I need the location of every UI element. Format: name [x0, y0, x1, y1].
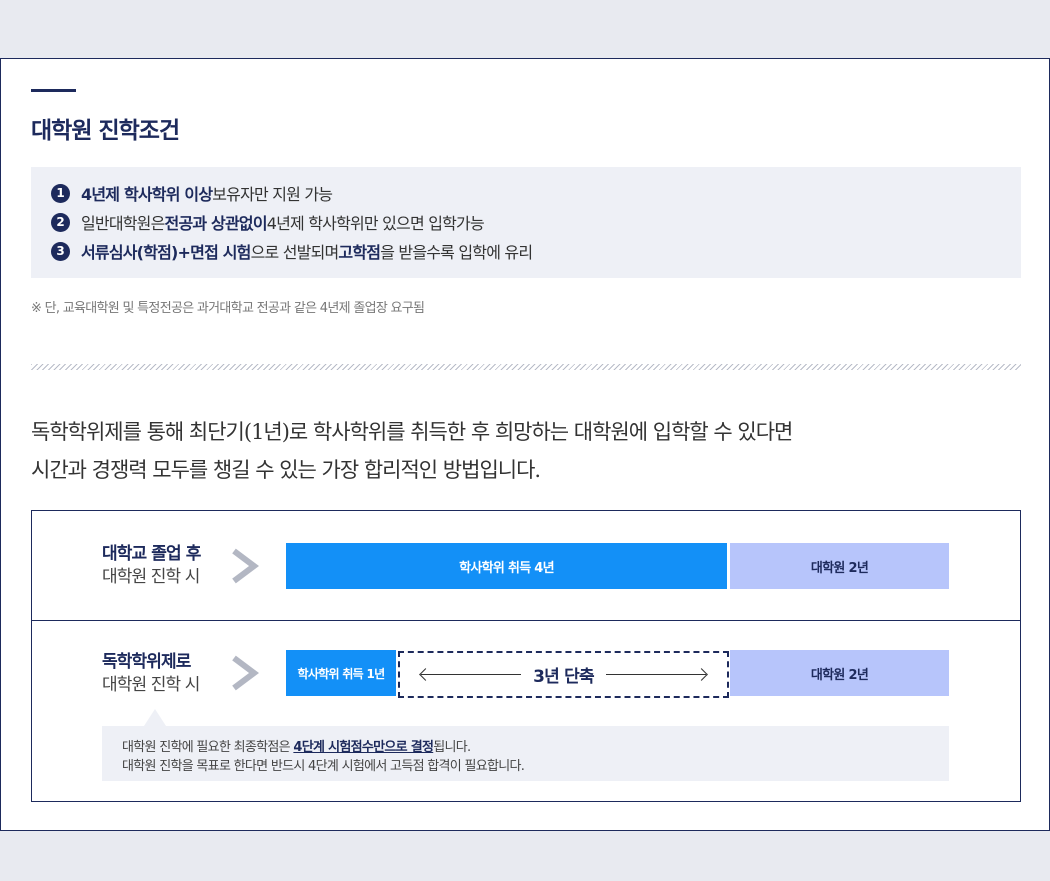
- footnote: ※ 단, 교육대학원 및 특정전공은 과거대학교 전공과 같은 4년제 졸업장 …: [31, 301, 425, 316]
- shortened-label: 3년 단축: [533, 667, 594, 687]
- info-line-1: 대학원 진학에 필요한 최종학점은 4단계 시험점수만으로 결정됩니다.: [122, 736, 471, 755]
- description: 독학학위제를 통해 최단기(1년)로 학사학위를 취득한 후 희망하는 대학원에…: [31, 413, 793, 489]
- condition-3-text-a: 으로 선발되며: [250, 243, 340, 262]
- description-line-2: 시간과 경쟁력 모두를 챙길 수 있는 가장 합리적인 방법입니다.: [31, 458, 541, 482]
- condition-item-2: 2 일반대학원은 전공과 상관없이 4년제 학사학위만 있으면 입학가능: [51, 210, 485, 234]
- bar-degree-4yr: 학사학위 취득 4년: [286, 543, 727, 589]
- row2-label-main: 독학학위제로: [102, 652, 191, 672]
- row1-label-main: 대학교 졸업 후: [102, 544, 201, 564]
- info-line-2: 대학원 진학을 목표로 한다면 반드시 4단계 시험에서 고득점 합격이 필요합…: [122, 759, 525, 774]
- conditions-box: 1 4년제 학사학위 이상 보유자만 지원 가능 2 일반대학원은 전공과 상관…: [31, 167, 1021, 278]
- comparison-table: 대학교 졸업 후 대학원 진학 시 학사학위 취득 4년 대학원 2년 독학학위…: [31, 510, 1021, 802]
- row2-label-sub: 대학원 진학 시: [102, 675, 200, 695]
- bar-degree-1yr: 학사학위 취득 1년: [286, 650, 396, 696]
- callout-pointer: [144, 709, 166, 726]
- info-line-1-pre: 대학원 진학에 필요한 최종학점은: [122, 740, 294, 755]
- number-badge-1: 1: [51, 183, 70, 203]
- info-callout: 대학원 진학에 필요한 최종학점은 4단계 시험점수만으로 결정됩니다. 대학원…: [102, 726, 949, 781]
- number-badge-3: 3: [51, 241, 70, 261]
- chevron-right-icon: [232, 655, 259, 691]
- description-line-1: 독학학위제를 통해 최단기(1년)로 학사학위를 취득한 후 희망하는 대학원에…: [31, 420, 793, 444]
- condition-1-text: 보유자만 지원 가능: [212, 185, 333, 204]
- bar-grad-2yr: 대학원 2년: [730, 543, 949, 589]
- condition-2-text-a: 일반대학원은: [81, 214, 165, 233]
- condition-3-text-b: 을 받을수록 입학에 유리: [380, 243, 533, 262]
- condition-item-1: 1 4년제 학사학위 이상 보유자만 지원 가능: [51, 181, 333, 205]
- section-title: 대학원 진학조건: [31, 118, 180, 144]
- condition-2-text-b: 4년제 학사학위만 있으면 입학가능: [266, 214, 485, 233]
- row1-label: 대학교 졸업 후 대학원 진학 시: [102, 543, 201, 589]
- row2-label: 독학학위제로 대학원 진학 시: [102, 651, 200, 697]
- number-badge-2: 2: [51, 212, 70, 232]
- bar-grad-2yr-row2: 대학원 2년: [730, 650, 949, 696]
- row-separator: [32, 620, 1020, 621]
- condition-3-strong-a: 서류심사(학점)+면접 시험: [81, 243, 251, 262]
- condition-2-strong: 전공과 상관없이: [164, 214, 268, 233]
- condition-3-strong-b: 고학점: [338, 243, 381, 262]
- condition-1-strong: 4년제 학사학위 이상: [81, 185, 213, 204]
- chevron-right-icon: [232, 548, 259, 584]
- info-line-1-post: 됩니다.: [433, 740, 471, 755]
- content-card: 대학원 진학조건 1 4년제 학사학위 이상 보유자만 지원 가능 2 일반대학…: [0, 58, 1050, 831]
- condition-item-3: 3 서류심사(학점)+면접 시험 으로 선발되며 고학점 을 받을수록 입학에 유리: [51, 239, 533, 263]
- shortened-period: 3년 단축: [398, 651, 729, 698]
- row1-label-sub: 대학원 진학 시: [102, 567, 200, 587]
- info-line-1-strong: 4단계 시험점수만으로 결정: [293, 740, 434, 755]
- hatched-divider: [31, 364, 1021, 370]
- arrow-left-icon: [421, 674, 522, 675]
- arrow-right-icon: [605, 674, 706, 675]
- title-accent-bar: [31, 89, 76, 92]
